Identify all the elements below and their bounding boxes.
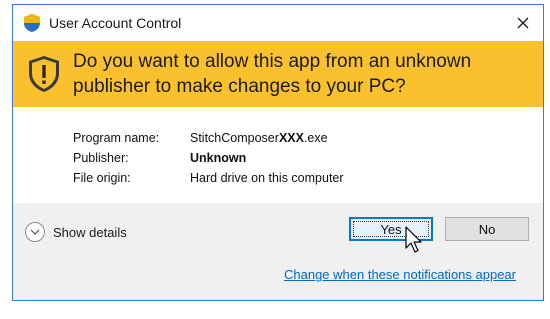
mouse-cursor-icon bbox=[405, 226, 422, 253]
show-details-toggle[interactable]: Show details bbox=[25, 220, 127, 244]
close-button[interactable] bbox=[509, 9, 537, 37]
window-title: User Account Control bbox=[49, 15, 182, 31]
no-button-label: No bbox=[478, 221, 496, 237]
prompt-question: Do you want to allow this app from an un… bbox=[73, 51, 472, 97]
close-icon bbox=[517, 17, 529, 29]
prompt-banner: Do you want to allow this app from an un… bbox=[13, 41, 543, 107]
file-origin-label: File origin: bbox=[73, 171, 131, 185]
program-name-label: Program name: bbox=[73, 131, 160, 145]
file-origin-value: Hard drive on this computer bbox=[190, 171, 344, 185]
chevron-down-icon bbox=[25, 222, 45, 242]
uac-dialog: User Account Control Do you want to allo… bbox=[12, 4, 544, 301]
program-name-value: StitchComposerXXX.exe bbox=[190, 131, 328, 145]
shield-icon bbox=[24, 14, 40, 32]
title-bar: User Account Control bbox=[13, 5, 543, 41]
publisher-label: Publisher: bbox=[73, 151, 129, 165]
publisher-value: Unknown bbox=[190, 151, 247, 165]
change-notifications-link[interactable]: Change when these notifications appear bbox=[284, 267, 516, 282]
dialog-footer: Show details Yes No Change when these no… bbox=[13, 203, 543, 300]
show-details-label: Show details bbox=[53, 224, 127, 240]
no-button[interactable]: No bbox=[445, 217, 529, 241]
app-info: Program name: StitchComposerXXX.exe Publ… bbox=[13, 107, 543, 203]
warning-shield-icon bbox=[29, 56, 59, 92]
